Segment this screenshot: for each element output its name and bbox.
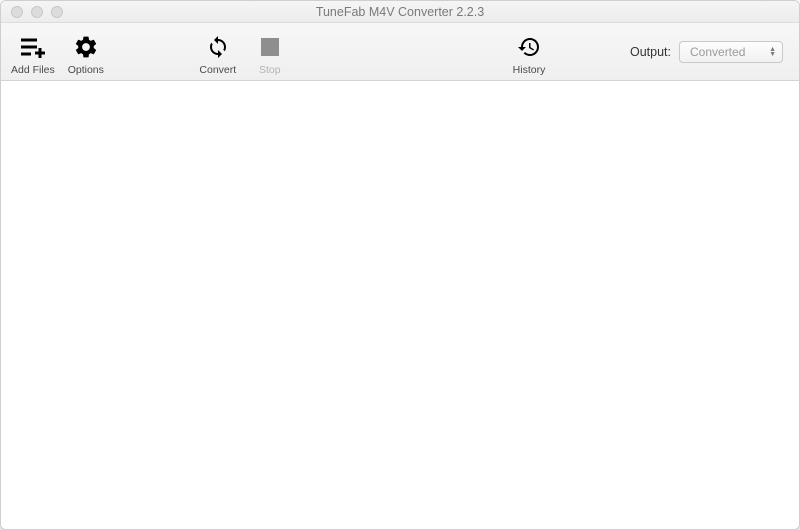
add-files-icon bbox=[19, 32, 47, 62]
zoom-window-button[interactable] bbox=[51, 6, 63, 18]
window-controls bbox=[11, 6, 63, 18]
toolbar: Add Files Options Convert bbox=[1, 23, 799, 81]
output-area: Output: Converted ▲▼ bbox=[630, 41, 789, 63]
output-dropdown-value: Converted bbox=[690, 45, 745, 59]
content-area bbox=[1, 81, 799, 529]
window-title: TuneFab M4V Converter 2.2.3 bbox=[9, 5, 791, 19]
options-button[interactable]: Options bbox=[65, 28, 107, 76]
options-label: Options bbox=[68, 64, 104, 76]
output-dropdown[interactable]: Converted ▲▼ bbox=[679, 41, 783, 63]
stop-button: Stop bbox=[249, 28, 291, 76]
add-files-button[interactable]: Add Files bbox=[11, 28, 55, 76]
app-window: TuneFab M4V Converter 2.2.3 Add Files bbox=[0, 0, 800, 530]
gear-icon bbox=[73, 32, 99, 62]
toolbar-group-center: Convert Stop bbox=[197, 28, 291, 76]
titlebar: TuneFab M4V Converter 2.2.3 bbox=[1, 1, 799, 23]
convert-label: Convert bbox=[199, 64, 236, 76]
minimize-window-button[interactable] bbox=[31, 6, 43, 18]
convert-button[interactable]: Convert bbox=[197, 28, 239, 76]
toolbar-group-history: History bbox=[508, 28, 550, 76]
history-button[interactable]: History bbox=[508, 28, 550, 76]
output-label: Output: bbox=[630, 45, 671, 59]
history-icon bbox=[516, 32, 542, 62]
add-files-label: Add Files bbox=[11, 64, 55, 76]
sync-icon bbox=[206, 32, 230, 62]
stop-icon bbox=[261, 32, 279, 62]
stop-label: Stop bbox=[259, 64, 281, 76]
history-label: History bbox=[513, 64, 546, 76]
toolbar-group-left: Add Files Options bbox=[11, 28, 107, 76]
chevron-up-down-icon: ▲▼ bbox=[769, 47, 776, 57]
close-window-button[interactable] bbox=[11, 6, 23, 18]
